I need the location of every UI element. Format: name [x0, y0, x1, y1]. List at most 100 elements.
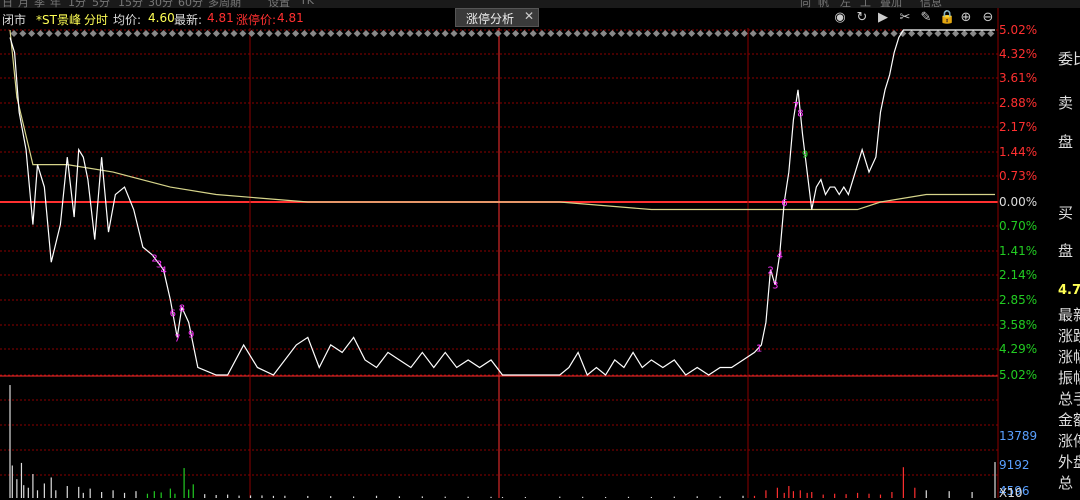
- auction-dot: [679, 29, 687, 38]
- side-field-label: 振幅: [1058, 369, 1080, 387]
- auction-dot: [512, 29, 520, 38]
- auction-dot: [732, 29, 740, 38]
- price-axis-label-up: 1.44%: [999, 145, 1038, 159]
- auction-dot: [441, 29, 449, 38]
- auction-dot: [186, 29, 194, 38]
- trade-marker: 3: [772, 281, 778, 292]
- auction-dot: [36, 29, 44, 38]
- auction-dot: [872, 29, 880, 38]
- auction-dot: [520, 29, 528, 38]
- side-price: 4.7: [1058, 283, 1080, 298]
- auction-dot: [28, 29, 36, 38]
- auction-dot: [811, 29, 819, 38]
- trade-marker: 9: [188, 330, 194, 341]
- auction-dot: [740, 29, 748, 38]
- auction-dot: [828, 29, 836, 38]
- side-field-label: 外盘: [1058, 453, 1080, 471]
- auction-dot: [10, 29, 18, 38]
- auction-dot: [635, 29, 643, 38]
- auction-dot: [573, 29, 581, 38]
- auction-dot: [300, 29, 308, 38]
- trade-marker: 2: [768, 266, 774, 277]
- auction-dot: [925, 29, 933, 38]
- side-field-label: 涨幅: [1058, 348, 1080, 366]
- auction-dot: [19, 29, 27, 38]
- auction-dot: [380, 29, 388, 38]
- auction-dot: [661, 29, 669, 38]
- auction-dot: [652, 29, 660, 38]
- average-price-line: [9, 29, 995, 211]
- auction-dot: [221, 29, 229, 38]
- auction-dot: [195, 29, 203, 38]
- trade-marker: 9: [802, 149, 808, 160]
- auction-dot: [388, 29, 396, 38]
- auction-dot: [670, 29, 678, 38]
- auction-dot: [688, 29, 696, 38]
- auction-dot: [943, 29, 951, 38]
- auction-dot: [864, 29, 872, 38]
- price-axis-label-down: 3.58%: [999, 318, 1038, 332]
- commission-ratio-label: 委比: [1058, 50, 1080, 68]
- auction-dot: [952, 29, 960, 38]
- price-axis-label-down: 0.70%: [999, 219, 1038, 233]
- auction-dot: [371, 29, 379, 38]
- auction-dot: [600, 29, 608, 38]
- price-axis-label-down: 4.29%: [999, 342, 1038, 356]
- side-field-label: 总: [1058, 474, 1074, 492]
- auction-dot: [793, 29, 801, 38]
- sell-plate-label: 盘: [1058, 133, 1074, 151]
- volume-axis-label: 9192: [999, 458, 1030, 472]
- auction-dot: [564, 29, 572, 38]
- auction-dot: [617, 29, 625, 38]
- price-axis-label-down: 2.14%: [999, 268, 1038, 282]
- intraday-chart[interactable]: 2346 89712364789: [0, 0, 1080, 498]
- auction-dot: [608, 29, 616, 38]
- trade-marker: 1: [756, 343, 762, 354]
- auction-dot: [916, 29, 924, 38]
- price-axis-label-down: 2.85%: [999, 293, 1038, 307]
- auction-dot: [63, 29, 71, 38]
- auction-dot: [705, 29, 713, 38]
- auction-dot: [424, 29, 432, 38]
- auction-dot: [168, 29, 176, 38]
- side-field-label: 金额: [1058, 411, 1080, 429]
- price-axis-label-up: 2.17%: [999, 120, 1038, 134]
- auction-dot: [547, 29, 555, 38]
- auction-dot: [274, 29, 282, 38]
- price-axis-label-zero: 0.00%: [999, 195, 1038, 209]
- trade-marker: 7: [174, 333, 180, 344]
- auction-dot: [265, 29, 273, 38]
- trade-marker: 6: [781, 198, 787, 209]
- trade-marker: 8: [797, 108, 803, 119]
- auction-dot: [837, 29, 845, 38]
- price-axis-label-up: 4.32%: [999, 47, 1038, 61]
- side-field-label: 总手: [1058, 390, 1080, 408]
- auction-dot: [644, 29, 652, 38]
- auction-dot: [151, 29, 159, 38]
- auction-dot: [468, 29, 476, 38]
- trade-marker: 4: [160, 266, 166, 277]
- auction-dot: [142, 29, 150, 38]
- auction-dot: [318, 29, 326, 38]
- side-field-label: 涨停: [1058, 432, 1080, 450]
- auction-dot: [116, 29, 124, 38]
- auction-dot: [248, 29, 256, 38]
- auction-dot: [476, 29, 484, 38]
- auction-dot: [239, 29, 247, 38]
- auction-dot: [987, 29, 995, 38]
- auction-dot: [292, 29, 300, 38]
- auction-dot: [397, 29, 405, 38]
- auction-dot: [230, 29, 238, 38]
- auction-dot: [98, 29, 106, 38]
- auction-dot: [485, 29, 493, 38]
- auction-dot: [124, 29, 132, 38]
- auction-dot: [72, 29, 80, 38]
- auction-dot: [327, 29, 335, 38]
- auction-dot: [784, 29, 792, 38]
- side-field-label: 涨跌: [1058, 327, 1080, 345]
- auction-dot: [934, 29, 942, 38]
- auction-dot: [283, 29, 291, 38]
- auction-dot: [696, 29, 704, 38]
- sell-label: 卖: [1058, 94, 1074, 112]
- auction-dot: [529, 29, 537, 38]
